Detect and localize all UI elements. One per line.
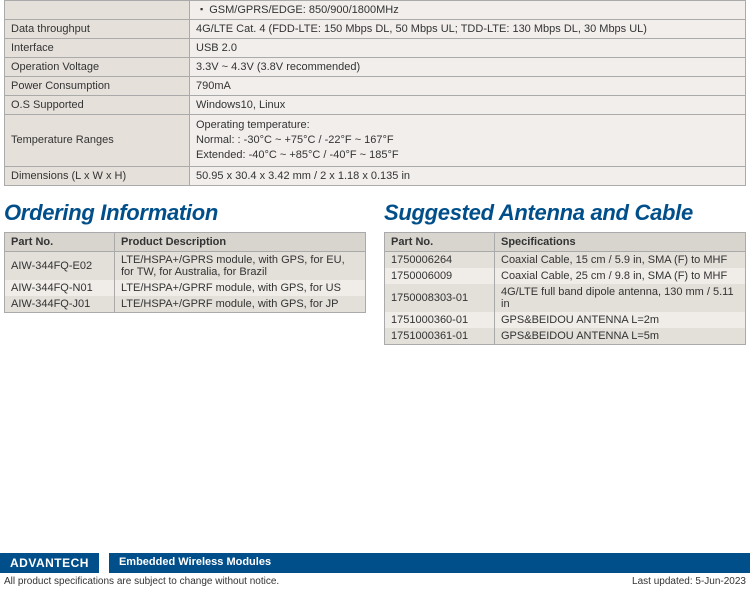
spec-table-body: GSM/GPRS/EDGE: 850/900/1800MHz Data throu…	[5, 1, 746, 186]
spec-value: 50.95 x 30.4 x 3.42 mm / 2 x 1.18 x 0.13…	[190, 166, 746, 185]
spec-row: Temperature RangesOperating temperature:…	[5, 115, 746, 167]
ordering-desc: LTE/HSPA+/GPRF module, with GPS, for US	[115, 280, 366, 296]
spec-row: Power Consumption790mA	[5, 77, 746, 96]
spec-label	[5, 1, 190, 20]
brand-logo: ADVANTECH	[0, 553, 99, 573]
ordering-header-pn: Part No.	[5, 232, 115, 251]
table-row: 1751000360-01GPS&BEIDOU ANTENNA L=2m	[385, 312, 746, 328]
ordering-title: Ordering Information	[4, 200, 366, 226]
table-row: AIW-344FQ-N01LTE/HSPA+/GPRF module, with…	[5, 280, 366, 296]
spec-row: InterfaceUSB 2.0	[5, 39, 746, 58]
table-row: 1750006264Coaxial Cable, 15 cm / 5.9 in,…	[385, 251, 746, 268]
footer-updated: Last updated: 5-Jun-2023	[632, 576, 746, 587]
antenna-header-spec: Specifications	[495, 232, 746, 251]
spec-row: Dimensions (L x W x H)50.95 x 30.4 x 3.4…	[5, 166, 746, 185]
antenna-pn: 1750008303-01	[385, 284, 495, 312]
ordering-pn: AIW-344FQ-E02	[5, 251, 115, 280]
table-row: AIW-344FQ-E02LTE/HSPA+/GPRS module, with…	[5, 251, 366, 280]
ordering-header-desc: Product Description	[115, 232, 366, 251]
table-row: AIW-344FQ-J01LTE/HSPA+/GPRF module, with…	[5, 296, 366, 313]
spec-label: Temperature Ranges	[5, 115, 190, 167]
antenna-title: Suggested Antenna and Cable	[384, 200, 746, 226]
spec-row: Data throughput4G/LTE Cat. 4 (FDD-LTE: 1…	[5, 20, 746, 39]
antenna-spec: Coaxial Cable, 25 cm / 9.8 in, SMA (F) t…	[495, 268, 746, 284]
antenna-body: 1750006264Coaxial Cable, 15 cm / 5.9 in,…	[385, 251, 746, 344]
spec-label: Power Consumption	[5, 77, 190, 96]
antenna-spec: GPS&BEIDOU ANTENNA L=5m	[495, 328, 746, 345]
ordering-pn: AIW-344FQ-J01	[5, 296, 115, 313]
spec-value: Windows10, Linux	[190, 96, 746, 115]
antenna-pn: 1751000360-01	[385, 312, 495, 328]
footer-disclaimer: All product specifications are subject t…	[4, 576, 279, 587]
spec-value: 790mA	[190, 77, 746, 96]
antenna-spec: 4G/LTE full band dipole antenna, 130 mm …	[495, 284, 746, 312]
spec-value: 3.3V ~ 4.3V (3.8V recommended)	[190, 58, 746, 77]
spec-label: Interface	[5, 39, 190, 58]
spec-row: GSM/GPRS/EDGE: 850/900/1800MHz	[5, 1, 746, 20]
antenna-header-pn: Part No.	[385, 232, 495, 251]
antenna-pn: 1750006264	[385, 251, 495, 268]
spec-label: O.S Supported	[5, 96, 190, 115]
antenna-pn: 1750006009	[385, 268, 495, 284]
spec-label: Data throughput	[5, 20, 190, 39]
antenna-pn: 1751000361-01	[385, 328, 495, 345]
antenna-spec: GPS&BEIDOU ANTENNA L=2m	[495, 312, 746, 328]
antenna-spec: Coaxial Cable, 15 cm / 5.9 in, SMA (F) t…	[495, 251, 746, 268]
spec-value: 4G/LTE Cat. 4 (FDD-LTE: 150 Mbps DL, 50 …	[190, 20, 746, 39]
spec-label: Dimensions (L x W x H)	[5, 166, 190, 185]
spec-value: USB 2.0	[190, 39, 746, 58]
spec-label: Operation Voltage	[5, 58, 190, 77]
ordering-desc: LTE/HSPA+/GPRS module, with GPS, for EU,…	[115, 251, 366, 280]
table-row: 1751000361-01GPS&BEIDOU ANTENNA L=5m	[385, 328, 746, 345]
ordering-table: Part No. Product Description AIW-344FQ-E…	[4, 232, 366, 313]
ordering-desc: LTE/HSPA+/GPRF module, with GPS, for JP	[115, 296, 366, 313]
table-row: 1750008303-014G/LTE full band dipole ant…	[385, 284, 746, 312]
footer: ADVANTECH Embedded Wireless Modules All …	[0, 553, 750, 591]
spec-row: Operation Voltage3.3V ~ 4.3V (3.8V recom…	[5, 58, 746, 77]
ordering-body: AIW-344FQ-E02LTE/HSPA+/GPRS module, with…	[5, 251, 366, 312]
spec-value: Operating temperature:Normal: : -30°C ~ …	[190, 115, 746, 167]
spec-row: O.S SupportedWindows10, Linux	[5, 96, 746, 115]
footer-category: Embedded Wireless Modules	[109, 553, 750, 573]
spec-table: GSM/GPRS/EDGE: 850/900/1800MHz Data throu…	[4, 0, 746, 186]
spec-bullet: GSM/GPRS/EDGE: 850/900/1800MHz	[200, 4, 739, 16]
table-row: 1750006009Coaxial Cable, 25 cm / 9.8 in,…	[385, 268, 746, 284]
ordering-pn: AIW-344FQ-N01	[5, 280, 115, 296]
spec-value: GSM/GPRS/EDGE: 850/900/1800MHz	[190, 1, 746, 20]
antenna-table: Part No. Specifications 1750006264Coaxia…	[384, 232, 746, 345]
